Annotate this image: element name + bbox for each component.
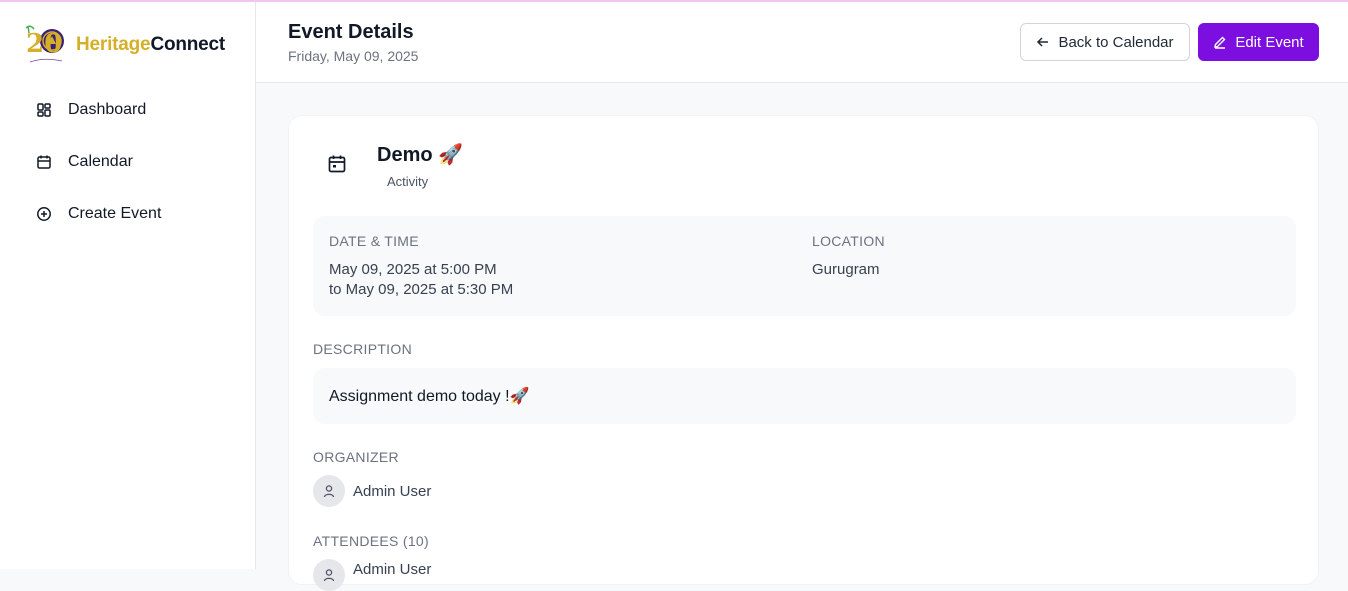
brand-name-connect: Connect: [150, 34, 226, 55]
sidebar-item-create-event[interactable]: Create Event: [24, 188, 234, 240]
dashboard-icon: [36, 102, 52, 118]
sidebar: 20 HeritageConnect Dashboard Calendar Cr…: [0, 2, 256, 569]
edit-event-button[interactable]: Edit Event: [1198, 23, 1319, 61]
attendee-name: Admin User: [353, 561, 432, 578]
sidebar-item-label: Calendar: [68, 153, 133, 170]
avatar: [313, 559, 345, 591]
organizer-row: Admin User: [313, 475, 431, 507]
location-label: LOCATION: [812, 233, 885, 249]
plus-circle-icon: [36, 206, 52, 222]
brand[interactable]: 20 HeritageConnect: [24, 24, 225, 66]
datetime-end: to May 09, 2025 at 5:30 PM: [329, 281, 514, 298]
list-item: Admin User: [313, 559, 431, 591]
datetime-start: May 09, 2025 at 5:00 PM: [329, 261, 497, 278]
calendar-icon: [36, 154, 52, 170]
sidebar-item-label: Dashboard: [68, 101, 147, 118]
avatar: [313, 475, 345, 507]
brand-name-heritage: Heritage: [76, 34, 151, 55]
sidebar-nav: Dashboard Calendar Create Event: [24, 84, 234, 240]
calendar-icon: [327, 154, 347, 174]
organizer-label: ORGANIZER: [313, 449, 399, 465]
attendees-label: ATTENDEES (10): [313, 533, 429, 549]
organizer-name: Admin User: [353, 482, 432, 500]
event-type: Activity: [387, 174, 429, 189]
sidebar-item-calendar[interactable]: Calendar: [24, 136, 234, 188]
user-icon: [323, 485, 335, 498]
arrow-left-icon: [1037, 37, 1049, 47]
page-subtitle: Friday, May 09, 2025: [288, 48, 419, 64]
svg-text:20: 20: [26, 29, 62, 59]
brand-name: HeritageConnect: [76, 34, 225, 56]
location-value: Gurugram: [812, 261, 880, 278]
back-to-calendar-button[interactable]: Back to Calendar: [1020, 23, 1190, 61]
event-info-box: DATE & TIME May 09, 2025 at 5:00 PM to M…: [313, 216, 1296, 316]
brand-logo: 20: [24, 24, 66, 66]
description-box: Assignment demo today !🚀: [313, 368, 1296, 424]
back-button-label: Back to Calendar: [1058, 33, 1174, 51]
edit-icon: [1214, 36, 1226, 49]
datetime-label: DATE & TIME: [329, 233, 419, 249]
description-label: DESCRIPTION: [313, 341, 412, 357]
event-details-card: Demo 🚀 Activity DATE & TIME May 09, 2025…: [288, 115, 1319, 591]
sidebar-item-label: Create Event: [68, 205, 162, 222]
edit-button-label: Edit Event: [1235, 33, 1304, 51]
user-icon: [323, 569, 335, 582]
page-header: Event Details Friday, May 09, 2025 Back …: [256, 2, 1348, 83]
sidebar-item-dashboard[interactable]: Dashboard: [24, 84, 234, 136]
page-title: Event Details: [288, 21, 414, 43]
event-title: Demo 🚀: [377, 144, 464, 166]
description-text: Assignment demo today !🚀: [329, 388, 530, 405]
